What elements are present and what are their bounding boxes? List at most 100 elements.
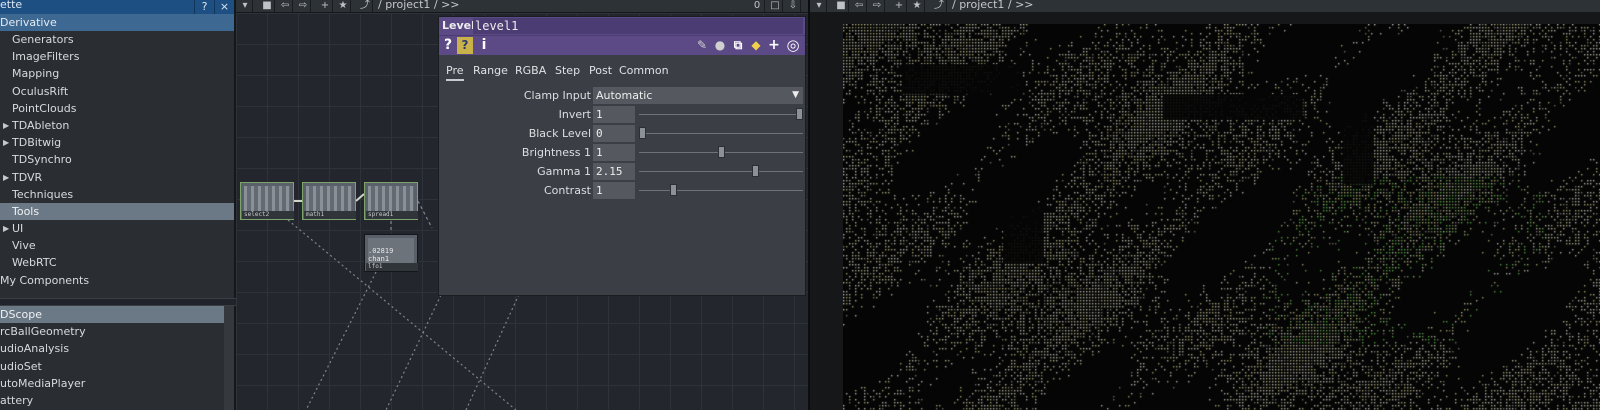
parameter-value-field[interactable]: 1 xyxy=(593,144,635,161)
parameter-label: Clamp Input xyxy=(523,89,591,102)
viewer-pane[interactable]: ▾ ■ ⇦ ⇨ + ★ ⤴ / project1 / >> xyxy=(808,0,1600,410)
palette-item-label: Generators xyxy=(12,33,74,46)
parameter-slider[interactable] xyxy=(639,108,803,120)
parameter-label: Gamma 1 xyxy=(537,165,591,178)
palette-title: ette xyxy=(0,0,23,11)
palette-header: ette ? × xyxy=(0,0,234,14)
parameter-slider[interactable] xyxy=(639,127,803,139)
palette-item[interactable]: ▶ TDAbleton xyxy=(0,117,234,134)
tab-common[interactable]: Common xyxy=(619,64,669,77)
palette-item[interactable]: ▶ TDVR xyxy=(0,169,234,186)
copy-icon[interactable]: ⧉ xyxy=(731,37,745,54)
palette-item[interactable]: Mapping xyxy=(0,65,234,82)
palette-component-item[interactable]: rcBallGeometry xyxy=(0,323,226,340)
palette-help-button[interactable]: ? xyxy=(194,0,214,14)
palette-item[interactable]: Generators xyxy=(0,31,234,48)
expand-triangle-icon[interactable]: ▶ xyxy=(3,220,9,237)
parameter-label: Black Level xyxy=(528,127,591,140)
palette-item-label: TDVR xyxy=(12,170,43,184)
wire-export-4 xyxy=(465,289,522,410)
tab-post[interactable]: Post xyxy=(589,64,612,77)
slider-handle[interactable] xyxy=(717,146,725,158)
operator-spread1[interactable]: spread1 xyxy=(364,182,418,220)
palette-item[interactable]: Tools xyxy=(0,202,234,221)
palette-splitter[interactable] xyxy=(0,298,236,306)
parameter-value-field[interactable]: 1 xyxy=(593,106,635,123)
help-icon[interactable]: ? xyxy=(442,37,454,54)
operator-select2[interactable]: select2 xyxy=(240,182,294,220)
palette-component-list: DScope rcBallGeometry udioAnalysis udioSet u… xyxy=(0,306,226,409)
operator-value: .02819 chan1 xyxy=(368,247,394,263)
palette-component-item[interactable]: udioAnalysis xyxy=(0,340,226,357)
parameter-value-field[interactable]: 0 xyxy=(593,125,635,142)
palette-item[interactable]: WebRTC xyxy=(0,254,234,271)
point-cloud-render[interactable] xyxy=(843,24,1600,410)
python-icon[interactable]: ◆ xyxy=(749,37,763,54)
palette-panel: ette ? × Derivative Generators ImageFilte… xyxy=(0,0,236,410)
parameter-tabs: Pre Range RGBA Step Post Common xyxy=(439,61,805,83)
forward-icon[interactable]: ⇨ xyxy=(870,0,885,12)
slider-handle[interactable] xyxy=(639,127,646,139)
tab-rgba[interactable]: RGBA xyxy=(515,64,546,77)
palette-item[interactable]: Vive xyxy=(0,237,234,254)
operator-lfo1[interactable]: .02819 chan1 lfo1 xyxy=(364,234,418,272)
palette-close-button[interactable]: × xyxy=(214,0,234,14)
palette-component-item[interactable]: udioSet xyxy=(0,358,226,375)
palette-folder-my-components[interactable]: My Components xyxy=(0,272,234,289)
expand-triangle-icon[interactable]: ▶ xyxy=(3,169,9,186)
tab-pre[interactable]: Pre xyxy=(446,64,464,81)
menu-icon[interactable]: ▾ xyxy=(812,0,827,12)
add-icon[interactable]: + xyxy=(767,37,781,54)
edit-icon[interactable]: ✎ xyxy=(695,37,709,54)
palette-item-label: Tools xyxy=(12,204,40,218)
slider-handle[interactable] xyxy=(670,184,678,196)
comment-icon[interactable]: ● xyxy=(713,37,727,54)
viewer-icon[interactable]: ◎ xyxy=(785,37,801,54)
palette-item-label: PointClouds xyxy=(12,101,77,115)
parameter-value-field[interactable]: 1 xyxy=(593,182,635,199)
menu-value: Automatic xyxy=(596,89,653,102)
home-icon[interactable]: ■ xyxy=(834,0,849,12)
operator-name-field[interactable]: level1 xyxy=(473,18,803,34)
operator-thumbnail xyxy=(244,186,290,212)
tab-step[interactable]: Step xyxy=(555,64,580,77)
palette-item[interactable]: ▶ TDBitwig xyxy=(0,134,234,151)
parent-icon[interactable]: ⤴ xyxy=(932,0,947,12)
operator-label: select2 xyxy=(242,211,294,219)
add-icon[interactable]: + xyxy=(892,0,907,12)
palette-item-label: Mapping xyxy=(12,67,60,81)
palette-item[interactable]: ImageFilters xyxy=(0,48,234,65)
palette-component-item[interactable]: DScope xyxy=(0,306,226,324)
palette-component-item[interactable]: utoMediaPlayer xyxy=(0,375,226,392)
operator-math1[interactable]: math1 xyxy=(302,182,356,220)
palette-folder-derivative[interactable]: Derivative xyxy=(0,14,234,31)
wire-math1-spread1 xyxy=(355,193,365,202)
parameter-slider[interactable] xyxy=(639,184,803,196)
slider-handle[interactable] xyxy=(796,108,803,120)
parameter-slider[interactable] xyxy=(639,165,803,177)
info-icon[interactable]: i xyxy=(479,37,489,54)
palette-component-item[interactable]: attery xyxy=(0,392,226,409)
expand-triangle-icon[interactable]: ▶ xyxy=(3,117,9,134)
parameter-label: Invert xyxy=(558,108,591,121)
slider-handle[interactable] xyxy=(752,165,760,177)
parameter-slider[interactable] xyxy=(639,146,803,158)
palette-item-label: TDAbleton xyxy=(12,118,70,132)
palette-item[interactable]: Techniques xyxy=(0,186,234,203)
point-cloud-canvas xyxy=(843,24,1600,410)
parameter-value-field[interactable]: 2.15 xyxy=(593,163,635,180)
palette-item[interactable]: OculusRift xyxy=(0,83,234,100)
expand-triangle-icon[interactable]: ▶ xyxy=(3,134,9,151)
palette-scrollbar[interactable] xyxy=(224,306,234,410)
palette-item[interactable]: TDSynchro xyxy=(0,151,234,168)
wire-export-3 xyxy=(385,294,442,410)
parameter-row: Gamma 1 2.15 xyxy=(439,163,805,180)
clamp-input-menu[interactable]: Automatic ▼ xyxy=(593,87,803,104)
back-icon[interactable]: ⇦ xyxy=(852,0,867,12)
tab-range[interactable]: Range xyxy=(473,64,508,77)
python-help-icon[interactable]: ? xyxy=(457,37,473,54)
palette-item[interactable]: PointClouds xyxy=(0,100,234,117)
palette-item[interactable]: ▶ UI xyxy=(0,220,234,237)
viewer-path[interactable]: / project1 / >> xyxy=(952,0,1034,11)
bookmark-icon[interactable]: ★ xyxy=(910,0,925,12)
